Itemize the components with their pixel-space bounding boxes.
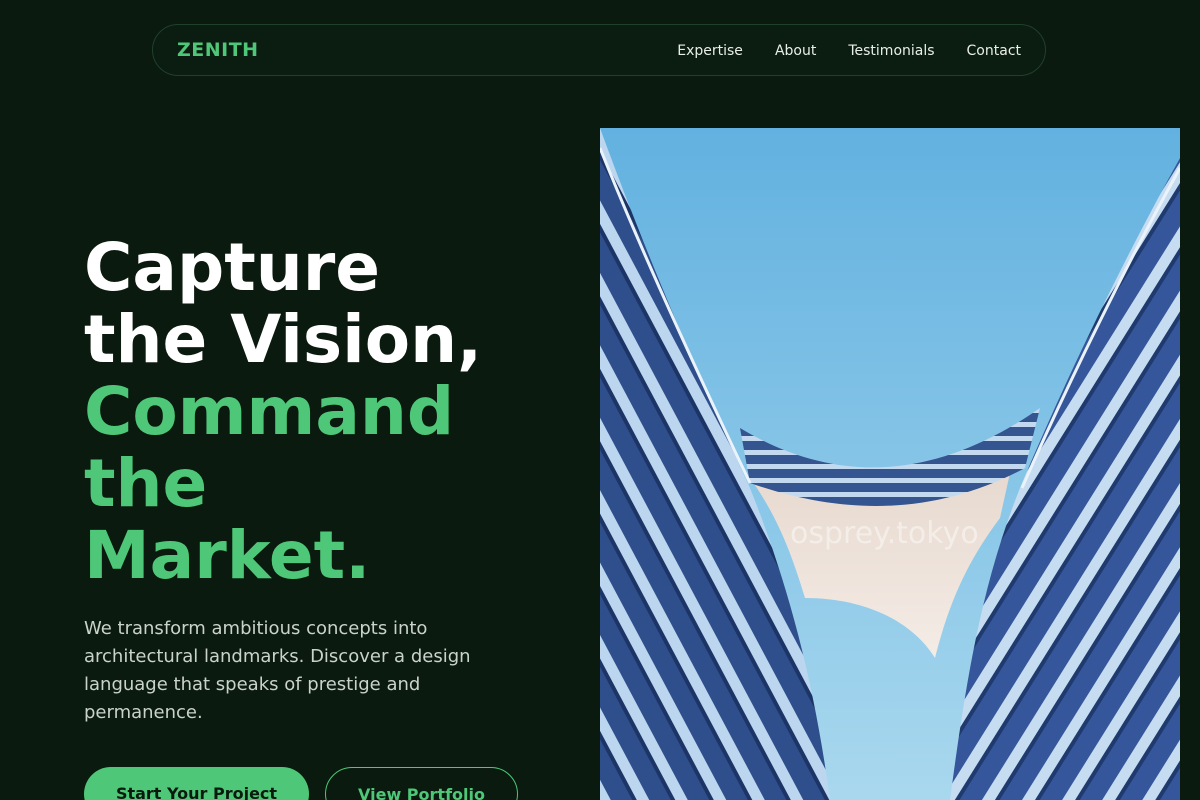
brand-logo[interactable]: ZENITH [177,39,259,61]
hero-building-image: osprey.tokyo [600,128,1180,800]
headline-accent-line: Command [84,373,455,450]
headline-line: the Vision, [84,301,483,378]
nav-link-contact[interactable]: Contact [967,43,1021,59]
nav-link-about[interactable]: About [775,43,816,59]
headline-accent-line: the [84,445,208,522]
view-portfolio-button[interactable]: View Portfolio [325,767,518,800]
nav-link-expertise[interactable]: Expertise [677,43,743,59]
headline-line: Capture [84,229,381,306]
hero-description: We transform ambitious concepts into arc… [84,618,471,723]
image-watermark: osprey.tokyo [790,516,979,551]
top-nav: ZENITH Expertise About Testimonials Cont… [152,24,1046,76]
start-project-button[interactable]: Start Your Project [84,767,309,800]
headline-accent-line: Market. [84,517,371,594]
nav-link-testimonials[interactable]: Testimonials [848,43,934,59]
landing-page: ZENITH Expertise About Testimonials Cont… [0,0,1200,800]
hero-headline: Capture the Vision, Command the Market. [84,232,482,592]
nav-links: Expertise About Testimonials Contact [677,25,1021,77]
